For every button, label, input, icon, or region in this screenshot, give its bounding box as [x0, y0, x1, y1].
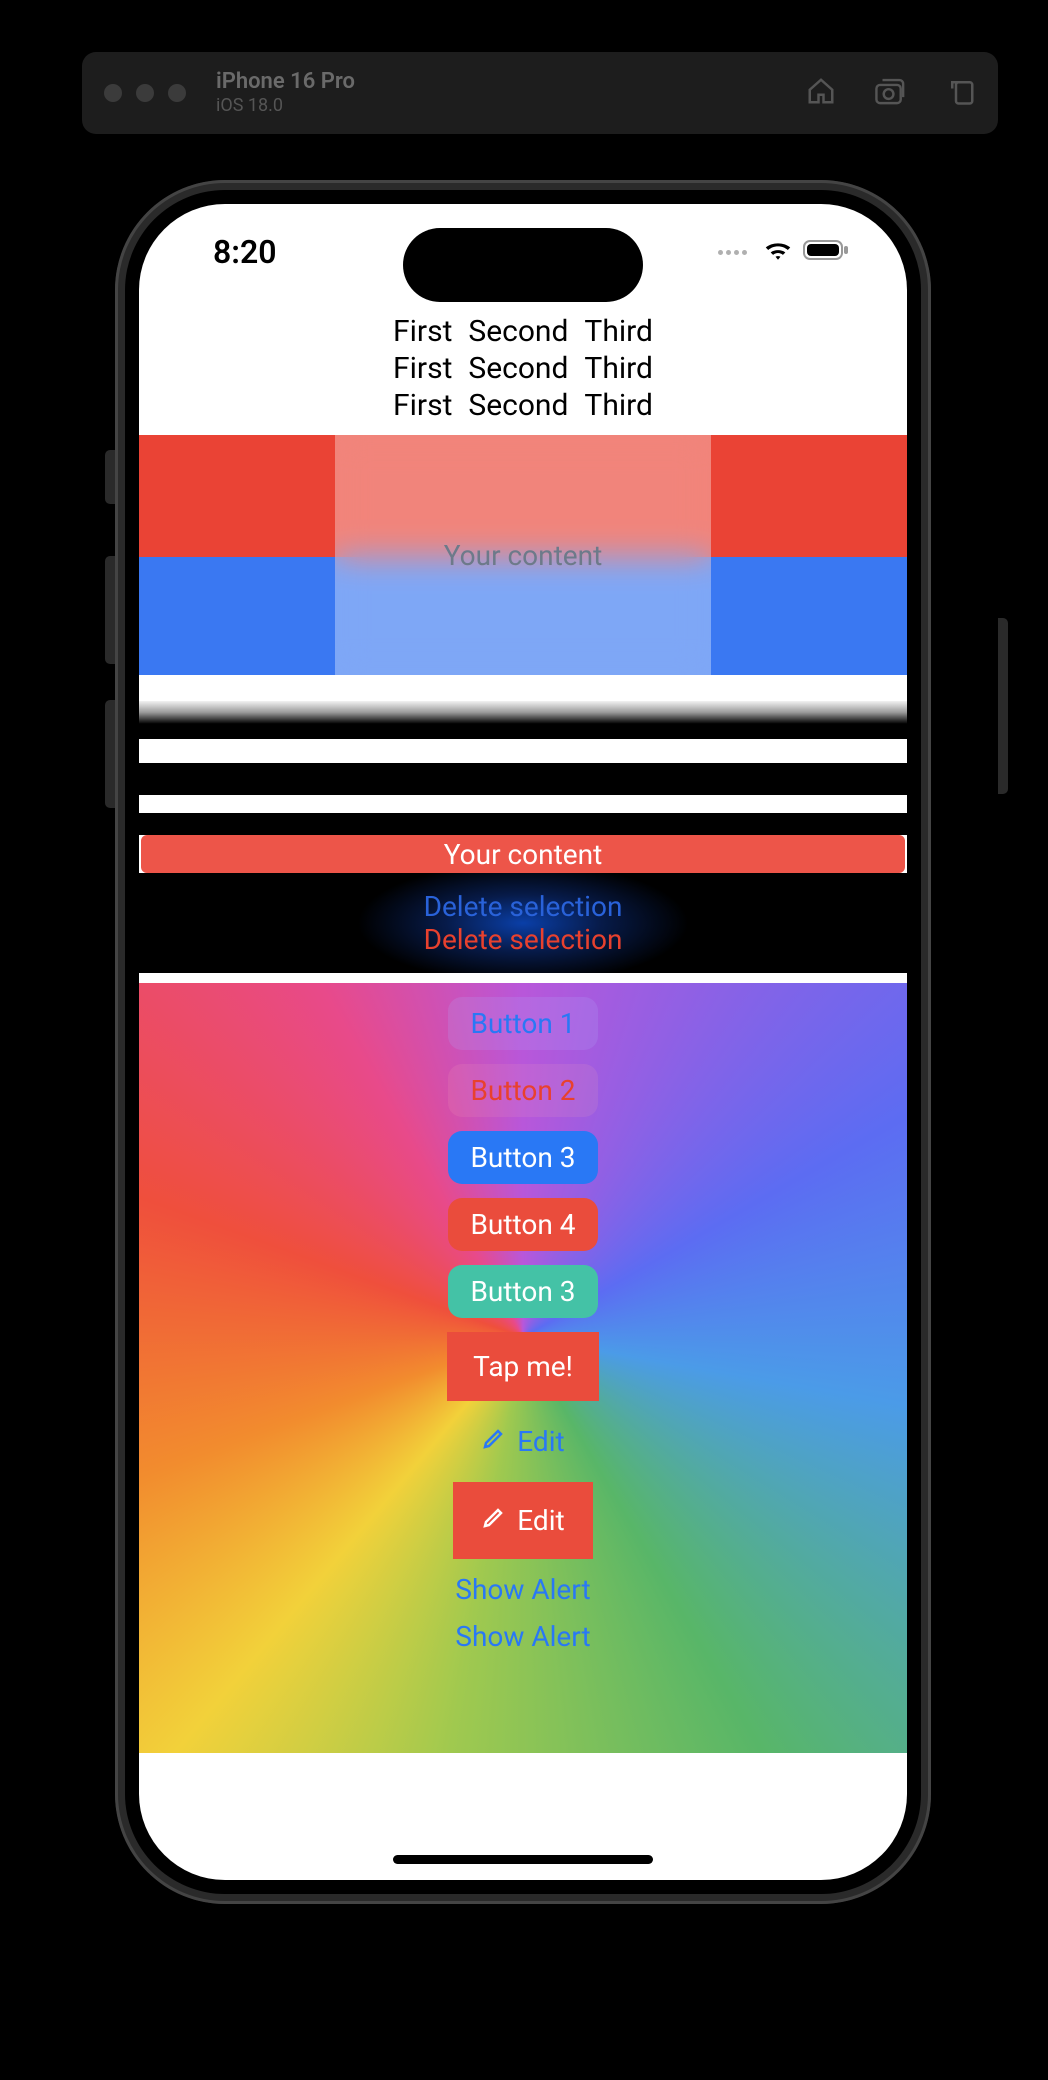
button-1[interactable]: Button 1 — [448, 997, 597, 1050]
edit-button[interactable]: Edit — [459, 1415, 586, 1468]
button-2[interactable]: Button 2 — [448, 1064, 597, 1117]
phone-frame: 8:20 First Second — [115, 180, 931, 1904]
pencil-icon — [481, 1504, 505, 1537]
button-4[interactable]: Button 4 — [448, 1198, 597, 1251]
home-icon[interactable] — [806, 76, 836, 110]
device-name: iPhone 16 Pro — [216, 69, 355, 95]
button-3-teal[interactable]: Button 3 — [448, 1265, 597, 1318]
power-button[interactable] — [998, 618, 1008, 794]
minimize-window-button[interactable] — [136, 84, 154, 102]
text-rows: First Second Third First Second Third Fi… — [139, 312, 907, 435]
close-window-button[interactable] — [104, 84, 122, 102]
text-row: First Second Third — [393, 314, 653, 349]
maximize-window-button[interactable] — [168, 84, 186, 102]
status-time: 8:20 — [213, 233, 277, 271]
wifi-icon — [763, 239, 793, 265]
gradient-bar — [139, 701, 907, 739]
show-alert-button[interactable]: Show Alert — [455, 1573, 590, 1606]
tap-me-button[interactable]: Tap me! — [447, 1332, 599, 1401]
simulator-title: iPhone 16 Pro iOS 18.0 — [216, 69, 355, 117]
frosted-label: Your content — [444, 539, 602, 572]
black-bar — [139, 763, 907, 795]
simulator-toolbar: iPhone 16 Pro iOS 18.0 — [82, 52, 998, 134]
text-row: First Second Third — [393, 388, 653, 423]
battery-icon — [803, 239, 849, 265]
home-indicator[interactable] — [393, 1855, 653, 1864]
text-row: First Second Third — [393, 351, 653, 386]
label-second: Second — [468, 314, 568, 349]
red-bar-label: Your content — [444, 838, 602, 871]
phone-screen: 8:20 First Second — [139, 204, 907, 1880]
label-third: Third — [584, 388, 653, 423]
delete-selection-button[interactable]: Delete selection — [424, 923, 623, 956]
black-bar — [139, 813, 907, 835]
label-third: Third — [584, 351, 653, 386]
label-second: Second — [468, 388, 568, 423]
os-version: iOS 18.0 — [216, 95, 355, 117]
label-first: First — [393, 388, 452, 423]
edit-button-prominent[interactable]: Edit — [453, 1482, 592, 1559]
mute-switch[interactable] — [105, 450, 115, 504]
label-third: Third — [584, 314, 653, 349]
app-content: First Second Third First Second Third Fi… — [139, 312, 907, 1880]
red-content-bar: Your content — [141, 835, 905, 873]
button-3[interactable]: Button 3 — [448, 1131, 597, 1184]
dark-gradient-bar: Delete selection Delete selection — [139, 873, 907, 973]
cellular-icon — [718, 250, 747, 255]
volume-down-button[interactable] — [105, 700, 115, 808]
dynamic-island — [403, 228, 643, 302]
window-controls — [104, 84, 186, 102]
color-block-area: Your content — [139, 435, 907, 675]
label-first: First — [393, 351, 452, 386]
delete-selection-button[interactable]: Delete selection — [424, 890, 623, 923]
label-first: First — [393, 314, 452, 349]
rotate-icon[interactable] — [946, 76, 976, 110]
pencil-icon — [481, 1425, 505, 1458]
label-second: Second — [468, 351, 568, 386]
screenshot-icon[interactable] — [874, 76, 908, 110]
volume-up-button[interactable] — [105, 556, 115, 664]
rainbow-area: Button 1 Button 2 Button 3 Button 4 Butt… — [139, 983, 907, 1753]
show-alert-button[interactable]: Show Alert — [455, 1620, 590, 1653]
frosted-panel: Your content — [335, 435, 711, 675]
